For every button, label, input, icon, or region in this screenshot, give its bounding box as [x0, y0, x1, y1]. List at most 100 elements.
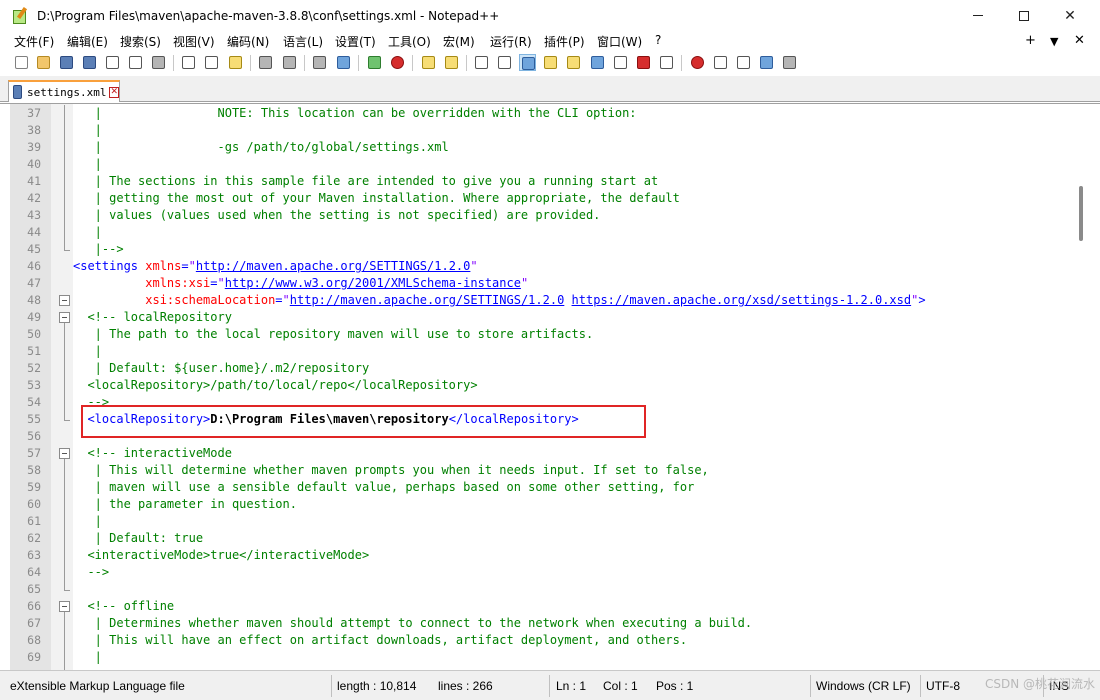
play-macro-icon[interactable]	[735, 54, 752, 71]
code-line[interactable]: 65	[0, 581, 1060, 598]
replace-icon[interactable]	[335, 54, 352, 71]
code-line[interactable]: 45 |-->	[0, 241, 1060, 258]
fold-toggle-icon[interactable]	[59, 448, 70, 459]
code-line[interactable]: 59 | maven will use a sensible default v…	[0, 479, 1060, 496]
open-file-icon[interactable]	[35, 54, 52, 71]
tab-settings-xml[interactable]: settings.xml ✕	[8, 80, 120, 102]
menu-plugins[interactable]: 插件(P)	[544, 33, 585, 50]
new-file-icon[interactable]	[13, 54, 30, 71]
code-line[interactable]: 67 | Determines whether maven should att…	[0, 615, 1060, 632]
zoom-in-icon[interactable]	[366, 54, 383, 71]
code-line[interactable]: 63 <interactiveMode>true</interactiveMod…	[0, 547, 1060, 564]
menu-view[interactable]: 视图(V)	[173, 33, 215, 50]
code-line[interactable]: 55 <localRepository>D:\Program Files\mav…	[0, 411, 1060, 428]
code-line[interactable]: 61 |	[0, 513, 1060, 530]
code-line[interactable]: 47 xmlns:xsi="http://www.w3.org/2001/XML…	[0, 275, 1060, 292]
menu-macro[interactable]: 宏(M)	[443, 33, 475, 50]
code-line[interactable]: 52 | Default: ${user.home}/.m2/repositor…	[0, 360, 1060, 377]
new-tab-button[interactable]: +	[1025, 33, 1036, 48]
code-line[interactable]: 68 | This will have an effect on artifac…	[0, 632, 1060, 649]
fold-toggle-icon[interactable]	[59, 312, 70, 323]
save-all-icon[interactable]	[81, 54, 98, 71]
close-all-icon[interactable]	[127, 54, 144, 71]
find-icon[interactable]	[311, 54, 328, 71]
function-list-icon[interactable]	[589, 54, 606, 71]
copy-icon[interactable]	[203, 54, 220, 71]
code-line[interactable]: 41 | The sections in this sample file ar…	[0, 173, 1060, 190]
code-line[interactable]: 44 |	[0, 224, 1060, 241]
fold-toggle-icon[interactable]	[59, 295, 70, 306]
record-macro-icon[interactable]	[689, 54, 706, 71]
code-line[interactable]: 38 |	[0, 122, 1060, 139]
tab-close-icon[interactable]: ✕	[109, 86, 119, 98]
code-line[interactable]: 57 <!-- interactiveMode	[0, 445, 1060, 462]
tab-list-button[interactable]: ▼	[1050, 35, 1058, 48]
print-icon[interactable]	[150, 54, 167, 71]
code-line[interactable]: 49 <!-- localRepository	[0, 309, 1060, 326]
code-line[interactable]: 56	[0, 428, 1060, 445]
line-content: | NOTE: This location can be overridden …	[73, 105, 637, 122]
code-line[interactable]: 64 -->	[0, 564, 1060, 581]
code-line[interactable]: 39 | -gs /path/to/global/settings.xml	[0, 139, 1060, 156]
word-wrap-icon[interactable]	[473, 54, 490, 71]
code-line[interactable]: 50 | The path to the local repository ma…	[0, 326, 1060, 343]
code-line[interactable]: 51 |	[0, 343, 1060, 360]
menu-help[interactable]: ?	[655, 33, 661, 47]
editor[interactable]: 37 | NOTE: This location can be overridd…	[0, 103, 1100, 676]
code-line[interactable]: 48 xsi:schemaLocation="http://maven.apac…	[0, 292, 1060, 309]
code-line[interactable]: 53 <localRepository>/path/to/local/repo<…	[0, 377, 1060, 394]
code-line[interactable]: 40 |	[0, 156, 1060, 173]
code-line[interactable]: 54 -->	[0, 394, 1060, 411]
code-token: http://maven.apache.org/SETTINGS/1.2.0	[289, 293, 565, 307]
undo-icon[interactable]	[257, 54, 274, 71]
minimize-button[interactable]	[955, 0, 1001, 31]
code-line[interactable]: 42 | getting the most out of your Maven …	[0, 190, 1060, 207]
cut-icon[interactable]	[180, 54, 197, 71]
sync-vertical-icon[interactable]	[420, 54, 437, 71]
code-line[interactable]: 62 | Default: true	[0, 530, 1060, 547]
doc-map-icon[interactable]	[565, 54, 582, 71]
sync-horizontal-icon[interactable]	[443, 54, 460, 71]
menu-language[interactable]: 语言(L)	[283, 33, 323, 50]
menu-tools[interactable]: 工具(O)	[388, 33, 431, 50]
paste-icon[interactable]	[227, 54, 244, 71]
code-line[interactable]: 58 | This will determine whether maven p…	[0, 462, 1060, 479]
status-lines: lines : 266	[438, 679, 493, 693]
monitoring-icon[interactable]	[635, 54, 652, 71]
close-icon: ✕	[1064, 7, 1076, 24]
stop-record-icon[interactable]	[712, 54, 729, 71]
line-content: -->	[73, 564, 109, 581]
menu-run[interactable]: 运行(R)	[490, 33, 532, 50]
menu-edit[interactable]: 编辑(E)	[67, 33, 108, 50]
maximize-button[interactable]	[1001, 0, 1047, 31]
language-icon[interactable]	[542, 54, 559, 71]
code-line[interactable]: 69 |	[0, 649, 1060, 666]
menu-search[interactable]: 搜索(S)	[120, 33, 161, 50]
code-line[interactable]: 46 <settings xmlns="http://maven.apache.o…	[0, 258, 1060, 275]
eye-icon[interactable]	[658, 54, 675, 71]
save-macro-icon[interactable]	[781, 54, 798, 71]
scrollbar-thumb[interactable]	[1079, 186, 1083, 241]
run-macro-multiple-icon[interactable]	[758, 54, 775, 71]
show-all-chars-icon[interactable]	[496, 54, 513, 71]
code-line[interactable]: 60 | the parameter in question.	[0, 496, 1060, 513]
menu-window[interactable]: 窗口(W)	[597, 33, 642, 50]
menu-file[interactable]: 文件(F)	[14, 33, 54, 50]
close-document-button[interactable]: ✕	[1074, 33, 1085, 48]
code-line[interactable]: 43 | values (values used when the settin…	[0, 207, 1060, 224]
fold-toggle-icon[interactable]	[59, 601, 70, 612]
menu-settings[interactable]: 设置(T)	[335, 33, 376, 50]
save-icon[interactable]	[58, 54, 75, 71]
close-icon[interactable]	[104, 54, 121, 71]
code-line[interactable]: 37 | NOTE: This location can be overridd…	[0, 105, 1060, 122]
folder-workspace-icon[interactable]	[612, 54, 629, 71]
indent-guide-icon[interactable]	[519, 54, 536, 71]
redo-icon[interactable]	[281, 54, 298, 71]
code-line[interactable]: 66 <!-- offline	[0, 598, 1060, 615]
vertical-scrollbar[interactable]	[1071, 104, 1100, 671]
zoom-out-icon[interactable]	[389, 54, 406, 71]
close-window-button[interactable]: ✕	[1047, 0, 1093, 31]
menu-encoding[interactable]: 编码(N)	[227, 33, 269, 50]
code-token: >	[918, 293, 926, 307]
